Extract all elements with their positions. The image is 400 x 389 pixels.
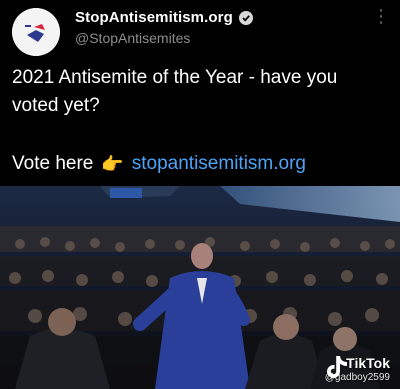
tweet-text: 2021 Antisemite of the Year - have you v…: [12, 67, 338, 116]
tiktok-watermark: TikTok @gadboy2599: [325, 353, 390, 383]
pointing-hand-icon: 👉: [101, 154, 124, 174]
account-handle[interactable]: @StopAntisemites: [75, 30, 190, 46]
vote-link[interactable]: stopantisemitism.org: [132, 153, 306, 175]
vote-row: Vote here 👉 stopantisemitism.org: [12, 153, 306, 175]
tweet-card: StopAntisemitism.org @StopAntisemites ⋮ …: [0, 0, 400, 186]
account-name[interactable]: StopAntisemitism.org: [75, 9, 233, 26]
verified-badge-icon: [238, 10, 253, 25]
account-name-row: StopAntisemitism.org: [75, 9, 253, 26]
avatar-logo: [12, 8, 60, 56]
video-frame[interactable]: TikTok @gadboy2599: [0, 186, 400, 389]
tiktok-logo-icon: [326, 356, 347, 378]
avatar[interactable]: [12, 8, 60, 56]
vote-label: Vote here: [12, 153, 94, 174]
more-options-icon[interactable]: ⋮: [372, 6, 390, 26]
